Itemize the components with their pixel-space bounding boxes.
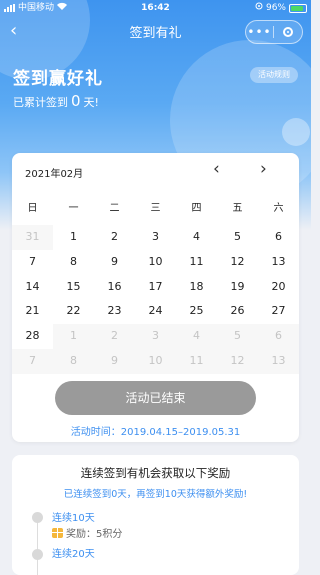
calendar-day[interactable]: 14: [12, 275, 53, 300]
calendar-day[interactable]: 28: [12, 324, 53, 349]
calendar-day[interactable]: 20: [258, 275, 299, 300]
calendar-day: 2: [94, 324, 135, 349]
rules-button[interactable]: 活动规则: [250, 67, 298, 83]
weekday-header: 日 一 二 三 四 五 六: [12, 199, 299, 214]
calendar-day: 6: [258, 324, 299, 349]
calendar-day: 5: [217, 324, 258, 349]
calendar-day[interactable]: 8: [53, 250, 94, 275]
rewards-card: 连续签到有机会获取以下奖励 已连续签到0天，再签到10天获得额外奖励! 连续10…: [12, 455, 299, 575]
next-month-chevron-icon[interactable]: ›: [260, 159, 267, 179]
calendar-day: 1: [53, 324, 94, 349]
calendar-day: 12: [217, 348, 258, 374]
calendar-day: 3: [135, 324, 176, 349]
calendar-day[interactable]: 21: [12, 299, 53, 324]
calendar-week-row: 7 8 9 10 11 12 13: [12, 348, 299, 374]
location-icon: [255, 0, 263, 16]
battery-percent: 96%: [265, 3, 286, 13]
calendar-day[interactable]: 24: [135, 299, 176, 324]
calendar-month: 2021年02月: [25, 169, 84, 180]
calendar-week-row: 31 1 2 3 4 5 6: [12, 225, 299, 250]
signed-days-count: 0: [71, 92, 81, 110]
calendar-day[interactable]: 3: [135, 225, 176, 250]
calendar-day: 4: [176, 324, 217, 349]
calendar-day[interactable]: 25: [176, 299, 217, 324]
calendar-day[interactable]: 16: [94, 275, 135, 300]
weekday-label: 三: [150, 203, 161, 214]
calendar-day[interactable]: 9: [94, 250, 135, 275]
calendar-day[interactable]: 15: [53, 275, 94, 300]
calendar-day: 10: [135, 348, 176, 374]
calendar-day[interactable]: 5: [217, 225, 258, 250]
banner-title: 签到赢好礼: [13, 69, 103, 89]
milestone-reward: 奖励：5积分: [52, 525, 122, 540]
weekday-label: 一: [68, 203, 79, 214]
calendar-day[interactable]: 23: [94, 299, 135, 324]
calendar-day[interactable]: 11: [176, 250, 217, 275]
calendar-day[interactable]: 4: [176, 225, 217, 250]
calendar-day: 7: [12, 348, 53, 374]
calendar-day: 31: [12, 225, 53, 250]
signed-prefix: 已累计签到: [13, 96, 68, 109]
weekday-label: 二: [109, 203, 120, 214]
weekday-label: 日: [27, 203, 38, 214]
calendar-day: 11: [176, 348, 217, 374]
calendar-day: 13: [258, 348, 299, 374]
rewards-progress-hint: 已连续签到0天，再签到10天获得额外奖励!: [63, 489, 248, 500]
calendar-day[interactable]: 17: [135, 275, 176, 300]
timeline-line: [37, 515, 38, 575]
calendar-day[interactable]: 6: [258, 225, 299, 250]
calendar-day[interactable]: 2: [94, 225, 135, 250]
calendar-day[interactable]: 27: [258, 299, 299, 324]
calendar-day[interactable]: 1: [53, 225, 94, 250]
weekday-label: 四: [191, 203, 202, 214]
calendar-week-row: 7 8 9 10 11 12 13: [12, 250, 299, 275]
prev-month-chevron-icon[interactable]: ‹: [213, 159, 220, 179]
milestone-reward-text: 奖励：5积分: [66, 529, 123, 540]
calendar-week-row: 14 15 16 17 18 19 20: [12, 275, 299, 300]
calendar-day[interactable]: 10: [135, 250, 176, 275]
more-dots-icon[interactable]: •••: [246, 22, 273, 42]
activity-ended-button[interactable]: 活动已结束: [55, 381, 256, 415]
activity-period: 活动时间：2019.04.15–2019.05.31: [70, 427, 241, 438]
milestone-title: 连续10天: [52, 513, 95, 524]
signed-summary: 已累计签到 0 天!: [13, 92, 99, 110]
decor-bubble: [282, 118, 310, 146]
miniprogram-capsule: •••: [245, 20, 303, 44]
calendar-day[interactable]: 26: [217, 299, 258, 324]
calendar-week-row: 21 22 23 24 25 26 27: [12, 299, 299, 324]
weekday-label: 五: [232, 203, 243, 214]
nav-bar: ‹ 签到有礼 •••: [0, 18, 311, 44]
calendar-day[interactable]: 13: [258, 250, 299, 275]
calendar-day[interactable]: 18: [176, 275, 217, 300]
timeline-dot: [32, 512, 43, 523]
calendar-day[interactable]: 7: [12, 250, 53, 275]
calendar-card: 2021年02月 ‹ › 日 一 二 三 四 五 六 31 1 2 3 4 5 6 7 8 9 10…: [12, 153, 299, 442]
close-target-icon[interactable]: [274, 27, 301, 37]
timeline-dot: [32, 549, 43, 560]
calendar-day: 8: [53, 348, 94, 374]
calendar-grid: 31 1 2 3 4 5 6 7 8 9 10 11 12 13 14 15 16 17 18 19 20 21 22 23 2…: [12, 225, 299, 374]
weekday-label: 六: [273, 203, 284, 214]
rewards-title: 连续签到有机会获取以下奖励: [80, 466, 231, 480]
gift-icon: [52, 527, 63, 538]
calendar-week-row: 28 1 2 3 4 5 6: [12, 324, 299, 349]
calendar-day: 9: [94, 348, 135, 374]
calendar-day[interactable]: 19: [217, 275, 258, 300]
signed-suffix: 天!: [83, 96, 99, 109]
calendar-day[interactable]: 22: [53, 299, 94, 324]
calendar-day[interactable]: 12: [217, 250, 258, 275]
status-bar: 中国移动 16:42 96%: [0, 0, 311, 16]
battery-icon: [289, 3, 307, 13]
